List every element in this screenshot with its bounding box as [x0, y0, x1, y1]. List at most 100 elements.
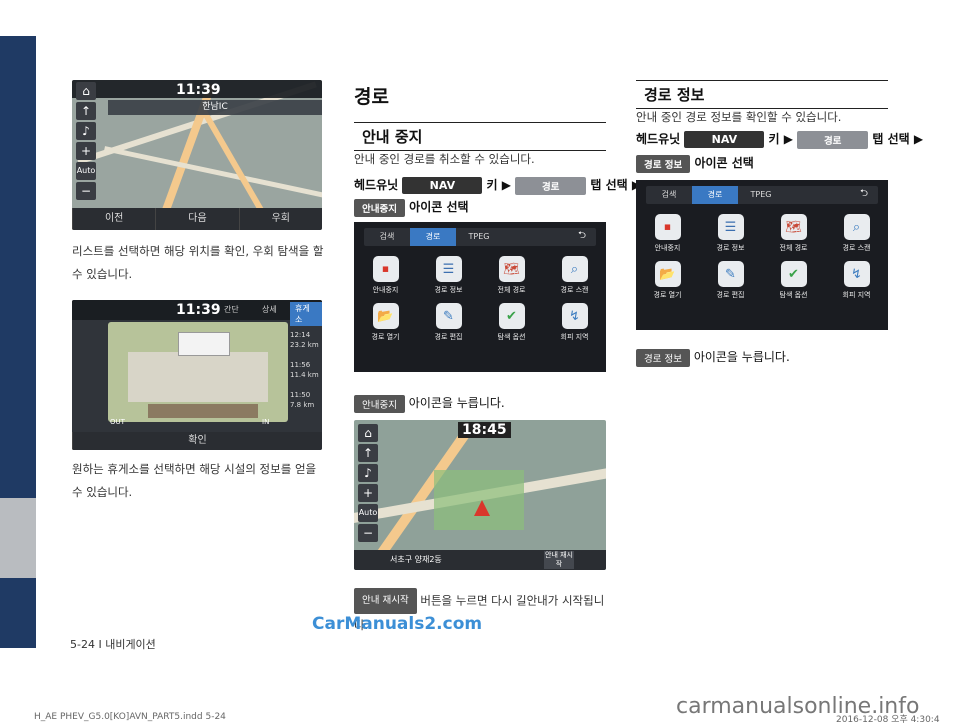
- menu-item-label: 경로 스캔: [560, 286, 589, 294]
- tab-detail[interactable]: 상세: [262, 304, 277, 315]
- instruction-row-2: 안내중지 아이콘 선택: [354, 198, 469, 217]
- out-label: OUT: [110, 418, 125, 426]
- zoom-out-button[interactable]: −: [358, 524, 378, 542]
- auto-button[interactable]: Auto: [358, 504, 378, 522]
- file-date: 2016-12-08 오후 4:30:4: [836, 715, 940, 725]
- menu-item-icon: ✎: [717, 261, 744, 287]
- screenshot-navigation: 18:45 ⌂ ↑ ♪ + Auto − 서초구 양재2동 안내 재시작: [354, 420, 606, 570]
- tab-route[interactable]: 경로: [692, 186, 738, 204]
- menu-item-label: 안내중지: [372, 286, 399, 294]
- menu-item[interactable]: ✔ 탐색 옵션: [762, 261, 825, 300]
- menu-item-label: 경로 정보: [716, 244, 745, 252]
- screenshot-route-map: 11:39 한남IC ⌂ ↑ ♪ + Auto − 이전 다음 우회: [72, 80, 322, 230]
- menu-item[interactable]: ↯ 회피 지역: [543, 303, 606, 342]
- page-footer: 5-24 I 내비게이션: [70, 638, 156, 651]
- tab-search[interactable]: 검색: [364, 228, 410, 246]
- menu-item[interactable]: ↯ 회피 지역: [825, 261, 888, 300]
- menu-item[interactable]: ⏹ 안내중지: [354, 256, 417, 295]
- menu-item-icon: ✔: [498, 303, 525, 329]
- menu-item-icon: 🗺: [780, 214, 807, 240]
- menu-item-label: 경로 열기: [371, 333, 400, 341]
- menu-item-icon: ⏹: [372, 256, 399, 282]
- menu-item-icon: ⏹: [654, 214, 681, 240]
- watermark: CarManuals2.com: [312, 614, 483, 634]
- resume-pill: 안내 재시작: [354, 588, 417, 614]
- tab-simple[interactable]: 간단: [224, 304, 239, 315]
- next-button[interactable]: 다음: [155, 208, 238, 230]
- volume-button[interactable]: ♪: [358, 464, 378, 482]
- menu-item-label: 경로 열기: [653, 291, 682, 299]
- menu-item[interactable]: 📂 경로 열기: [636, 261, 699, 300]
- route-info-pill: 경로 정보: [636, 348, 690, 367]
- menu-item-label: 경로 정보: [434, 286, 463, 294]
- menu-item[interactable]: ⏹ 안내중지: [636, 214, 699, 253]
- menu-item[interactable]: ☰ 경로 정보: [699, 214, 762, 253]
- menu-item-icon: 📂: [654, 261, 681, 287]
- tab-tpeg[interactable]: TPEG: [456, 228, 502, 246]
- zoom-out-button[interactable]: −: [76, 182, 96, 200]
- distance-list: 12:14 23.2 km 11:56 11.4 km 11:50 7.8 km: [290, 331, 319, 409]
- menu-item[interactable]: ☰ 경로 정보: [417, 256, 480, 295]
- menu-item-icon: ✔: [780, 261, 807, 287]
- zoom-in-button[interactable]: +: [76, 142, 96, 160]
- instruction-row: 헤드유닛 NAV 키 ▶ 경로 탭 선택 ▶: [636, 130, 924, 149]
- page-title: 경로: [354, 86, 389, 108]
- route-tab-pill: 경로: [515, 176, 587, 195]
- caption-2: 원하는 휴게소를 선택하면 해당 시설의 정보를 얻을 수 있습니다.: [72, 462, 317, 499]
- menu-item[interactable]: 🗺 전체 경로: [762, 214, 825, 253]
- detour-button[interactable]: 우회: [238, 208, 322, 230]
- screenshot-route-menu: 검색 경로 TPEG ⮌ ⏹ 안내중지 ☰ 경로 정보 🗺 전체 경로 ⌕ 경로 스캔 📂 경로 …: [354, 222, 606, 372]
- menu-item-icon: ↯: [561, 303, 588, 329]
- menu-item-icon: ☰: [717, 214, 744, 240]
- resume-guidance-button[interactable]: 안내 재시작: [544, 551, 574, 569]
- menu-item[interactable]: ✎ 경로 편집: [417, 303, 480, 342]
- instruction-row: 헤드유닛 NAV 키 ▶ 경로 탭 선택 ▶: [354, 176, 642, 195]
- menu-item[interactable]: 🗺 전체 경로: [480, 256, 543, 295]
- menu-item-icon: ☰: [435, 256, 462, 282]
- section-route-info: 경로 정보: [636, 80, 888, 109]
- destination: 서초구 양재2동: [390, 555, 442, 564]
- menu-item-label: 경로 스캔: [842, 244, 871, 252]
- home-button[interactable]: ⌂: [358, 424, 378, 442]
- menu-item[interactable]: ⌕ 경로 스캔: [543, 256, 606, 295]
- press-row: 경로 정보 아이콘을 누릅니다.: [636, 348, 790, 367]
- menu-item-icon: ↯: [843, 261, 870, 287]
- tab-rest-area[interactable]: 휴게소: [290, 302, 322, 326]
- caption-1: 리스트를 선택하면 해당 위치를 확인, 우회 탐색을 할 수 있습니다.: [72, 244, 324, 281]
- confirm-button[interactable]: 확인: [72, 432, 322, 450]
- clock: 18:45: [458, 422, 511, 438]
- menu-item-icon: ⌕: [843, 214, 870, 240]
- stop-icon-pill: 안내중지: [354, 198, 405, 217]
- tab-search[interactable]: 검색: [646, 186, 692, 204]
- menu-item-label: 탐색 옵션: [497, 333, 526, 341]
- compass-button[interactable]: ↑: [358, 444, 378, 462]
- prev-button[interactable]: 이전: [72, 208, 155, 230]
- section-desc: 안내 중인 경로 정보를 확인할 수 있습니다.: [636, 110, 842, 124]
- clock: 11:39: [176, 302, 221, 318]
- section-desc: 안내 중인 경로를 취소할 수 있습니다.: [354, 152, 535, 166]
- instruction-row-2: 경로 정보 아이콘 선택: [636, 154, 754, 173]
- tab-route[interactable]: 경로: [410, 228, 456, 246]
- menu-item[interactable]: ✎ 경로 편집: [699, 261, 762, 300]
- home-button[interactable]: ⌂: [76, 82, 96, 100]
- route-title: 한남IC: [108, 100, 322, 115]
- tab-tpeg[interactable]: TPEG: [738, 186, 784, 204]
- menu-item-label: 안내중지: [654, 244, 681, 252]
- back-icon[interactable]: ⮌: [578, 230, 592, 242]
- screenshot-route-menu-2: 검색 경로 TPEG ⮌ ⏹ 안내중지 ☰ 경로 정보 🗺 전체 경로 ⌕ 경로 스캔 📂 경로 …: [636, 180, 888, 330]
- auto-button[interactable]: Auto: [76, 162, 96, 180]
- compass-button[interactable]: ↑: [76, 102, 96, 120]
- menu-item-label: 경로 편집: [716, 291, 745, 299]
- menu-item-label: 회피 지역: [842, 291, 871, 299]
- rest-area-map: [108, 322, 288, 422]
- side-tab-bar: [0, 36, 36, 648]
- zoom-in-button[interactable]: +: [358, 484, 378, 502]
- menu-item[interactable]: ✔ 탐색 옵션: [480, 303, 543, 342]
- route-info-pill: 경로 정보: [636, 154, 691, 173]
- menu-item[interactable]: 📂 경로 열기: [354, 303, 417, 342]
- menu-item[interactable]: ⌕ 경로 스캔: [825, 214, 888, 253]
- file-info: H_AE PHEV_G5.0[KO]AVN_PART5.indd 5-24: [34, 712, 226, 722]
- volume-button[interactable]: ♪: [76, 122, 96, 140]
- nav-key: NAV: [684, 131, 765, 148]
- back-icon[interactable]: ⮌: [860, 188, 874, 200]
